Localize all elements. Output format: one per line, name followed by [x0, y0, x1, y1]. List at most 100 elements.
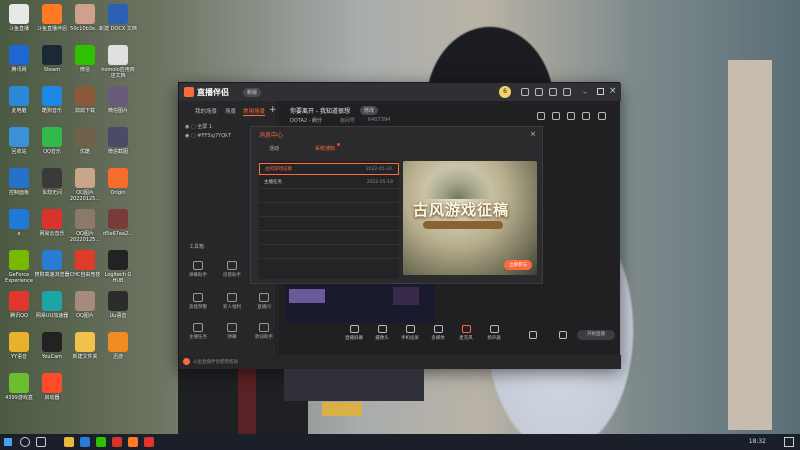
desktop-icon-label: 鼎鼎下载: [74, 108, 95, 114]
unread-dot: [337, 143, 340, 146]
app-icon: [108, 127, 128, 147]
desktop-icon[interactable]: Origin: [99, 168, 137, 196]
toolbox-title: 工具箱: [189, 244, 205, 250]
desktop-icon-label: homolo应用商店文档: [101, 67, 135, 79]
desktop-icon-label: Steam: [43, 67, 61, 73]
export-icon[interactable]: [567, 112, 575, 120]
task-view-icon[interactable]: [36, 437, 46, 447]
preview-window[interactable]: [285, 283, 435, 323]
desktop-icon-label: 永劫无间: [41, 190, 62, 196]
settings-icon[interactable]: [559, 331, 567, 339]
desktop-icon-label: d5e67ea2...: [103, 231, 133, 237]
app-logo-icon: [184, 87, 194, 97]
desktop-icon-label: CHC自由竞技: [69, 272, 101, 278]
desktop-icon[interactable]: 迅游: [99, 332, 137, 360]
desktop-icon-label: 优酷: [79, 149, 90, 155]
share-icon[interactable]: [598, 112, 606, 120]
mail-icon[interactable]: [535, 88, 543, 96]
app-icon: [108, 86, 128, 106]
app-icon[interactable]: [128, 437, 138, 447]
desktop-icon[interactable]: 新建 DOCX 文档: [99, 4, 137, 32]
tab-activity[interactable]: 活动: [269, 145, 279, 152]
window-titlebar[interactable]: 直播伴侣 新版 6 – ×: [179, 83, 621, 101]
source-item[interactable]: ◉ ▢ #FF5ig7YQkT: [185, 133, 231, 139]
tool-label: 直播间: [257, 305, 271, 310]
tab-system-notice[interactable]: 系统通知: [315, 145, 335, 152]
tab-scenes[interactable]: 场景: [225, 107, 236, 115]
tool-newbie[interactable]: 新人福利: [219, 293, 245, 310]
room-category[interactable]: DOTA2 - 刷分: [290, 117, 322, 124]
speaker-button[interactable]: 扬声器: [481, 325, 507, 341]
desktop-icon[interactable]: homolo应用商店文档: [99, 45, 137, 79]
taskbar: 18:32: [0, 434, 800, 450]
app-icon: [75, 250, 95, 270]
bell-icon[interactable]: [582, 112, 590, 120]
user-avatar[interactable]: 6: [499, 86, 511, 98]
dialog-close-icon[interactable]: ×: [530, 130, 536, 138]
phone-cast-button[interactable]: 手机投屏: [397, 325, 423, 341]
message-row[interactable]: 主播任务 2022-05-18: [259, 177, 399, 189]
browser-icon[interactable]: [80, 437, 90, 447]
maximize-icon[interactable]: [597, 88, 604, 95]
lock-icon[interactable]: [552, 112, 560, 120]
room-edit-tag[interactable]: 修改: [360, 106, 379, 115]
desktop-icon-label: QQ图片20220125...: [69, 190, 101, 202]
banner-subtitle-ribbon: [423, 221, 503, 229]
record-icon[interactable]: [529, 331, 537, 339]
tab-common-scenes[interactable]: 常用场景: [243, 107, 266, 116]
media-button[interactable]: 多媒体: [425, 325, 451, 341]
app-icon: [9, 332, 29, 352]
desktop-icon-label: 微信截图: [107, 149, 128, 155]
join-now-button[interactable]: 立即参与: [504, 260, 532, 270]
close-icon[interactable]: ×: [609, 86, 617, 96]
source-label: 全屏 1: [197, 124, 213, 130]
status-help-text[interactable]: 斗鱼直播伴侣使用帮助: [193, 359, 238, 365]
desktop-icon-label: 斗鱼直播: [8, 26, 29, 32]
list-item-empty: [259, 233, 399, 245]
search-icon[interactable]: [20, 437, 30, 447]
desktop-icon-label: QQ音乐: [43, 149, 61, 155]
message-row[interactable]: 古风游戏征稿 2022-05-24: [259, 163, 399, 175]
desktop-icon[interactable]: 启动器: [33, 373, 71, 401]
desktop-icon[interactable]: Uu语音: [99, 291, 137, 319]
camera-button[interactable]: 摄像头: [369, 325, 395, 341]
gift-icon[interactable]: [521, 88, 529, 96]
microphone-button[interactable]: 麦克风: [453, 325, 479, 341]
eye-icon[interactable]: ◉: [185, 124, 189, 130]
version-tag[interactable]: 新版: [243, 88, 262, 97]
shop-icon[interactable]: [537, 112, 545, 120]
source-item[interactable]: ◉ ▢ 全屏 1: [185, 123, 212, 130]
desktop-icon[interactable]: Logitech G HUB: [99, 250, 137, 284]
eye-icon[interactable]: ◉: [185, 133, 189, 139]
app-icon: [75, 45, 95, 65]
list-item-empty: [259, 247, 399, 259]
chat-icon[interactable]: [549, 88, 557, 96]
settings-icon[interactable]: [563, 88, 571, 96]
event-banner[interactable]: 古风游戏征稿 立即参与: [403, 161, 537, 275]
phone-icon: [405, 325, 415, 333]
list-item-empty: [259, 205, 399, 217]
screen-capture-button[interactable]: 直播屏幕: [341, 325, 367, 341]
start-live-button[interactable]: 开始直播: [577, 330, 615, 340]
desktop-icon[interactable]: d5e67ea2...: [99, 209, 137, 237]
wechat-icon[interactable]: [96, 437, 106, 447]
desktop-icon-label: YouCam: [41, 354, 63, 360]
desktop-icon[interactable]: 微信图片: [99, 86, 137, 114]
tool-room-admin[interactable]: 房管助手: [219, 261, 245, 278]
desktop-icon-label: e: [17, 231, 21, 237]
help-icon[interactable]: [183, 358, 190, 365]
app-icon[interactable]: [144, 437, 154, 447]
minimize-icon[interactable]: –: [583, 88, 587, 97]
tool-danmaku-helper[interactable]: 弹幕助手: [185, 261, 211, 278]
tool-live-room[interactable]: 直播间: [251, 293, 277, 310]
windows-start-icon[interactable]: [4, 438, 12, 446]
taskbar-clock[interactable]: 18:32: [749, 438, 766, 445]
notification-icon[interactable]: [784, 437, 794, 447]
tab-my-scenes[interactable]: 我的场景: [195, 107, 217, 115]
explorer-icon[interactable]: [64, 437, 74, 447]
app-icon[interactable]: [112, 437, 122, 447]
desktop-icon[interactable]: 微信截图: [99, 127, 137, 155]
app-icon: [42, 291, 62, 311]
tool-alert[interactable]: 高能预警: [185, 293, 211, 310]
add-scene-button[interactable]: +: [269, 105, 277, 115]
